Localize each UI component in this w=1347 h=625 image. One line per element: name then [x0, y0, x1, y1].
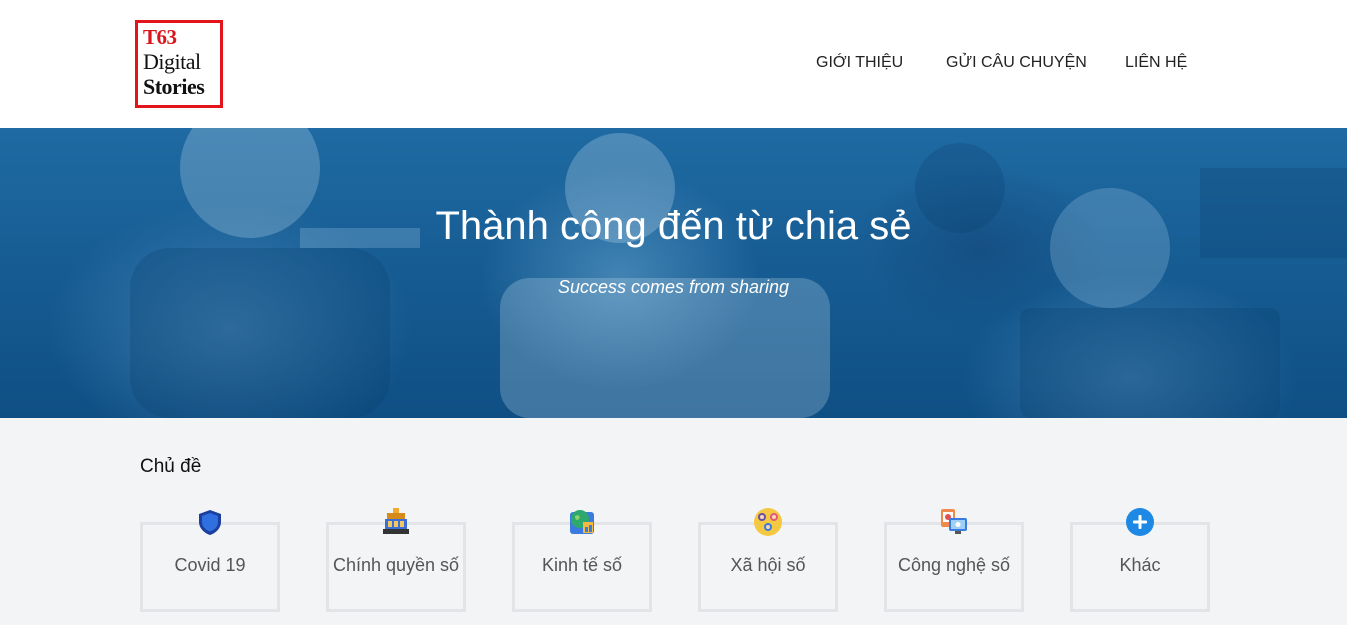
topic-card-covid19[interactable]: Covid 19	[140, 510, 280, 612]
hero-title: Thành công đến từ chia sẻ	[435, 204, 912, 248]
site-header: T63 Digital Stories GIỚI THIỆU GỬI CÂU C…	[0, 0, 1347, 128]
computer-icon	[941, 509, 967, 534]
topic-label: Kinh tế số	[541, 555, 623, 575]
plus-circle-icon	[1126, 508, 1154, 536]
topic-label: Công nghệ số	[897, 555, 1011, 575]
topic-card-other[interactable]: Khác	[1070, 508, 1210, 612]
government-icon	[383, 508, 409, 534]
topic-card-digital-government[interactable]: Chính quyền số	[326, 508, 466, 612]
logo-line-1: T63	[143, 25, 177, 49]
people-icon	[754, 508, 782, 536]
topic-card-digital-technology[interactable]: Công nghệ số	[884, 509, 1024, 612]
nav-link-submit-story[interactable]: GỬI CÂU CHUYỆN	[946, 54, 1087, 72]
hero-background-image	[130, 128, 1347, 418]
globe-icon	[570, 510, 594, 534]
topic-label: Xã hội số	[730, 555, 806, 575]
topic-card-digital-society[interactable]: Xã hội số	[698, 508, 838, 612]
topics-heading: Chủ đề	[140, 456, 202, 477]
logo-line-3: Stories	[143, 74, 205, 99]
shield-icon	[199, 510, 221, 535]
topic-card-digital-economy[interactable]: Kinh tế số	[512, 510, 652, 612]
hero-banner: Thành công đến từ chia sẻ Success comes …	[0, 128, 1347, 418]
hero-subtitle: Success comes from sharing	[557, 277, 790, 297]
topic-label: Khác	[1119, 555, 1161, 575]
topic-label: Covid 19	[174, 555, 246, 575]
site-logo[interactable]: T63 Digital Stories	[135, 20, 223, 108]
nav-link-contact[interactable]: LIÊN HỆ	[1125, 54, 1187, 72]
topic-label: Chính quyền số	[332, 555, 460, 575]
nav-link-about[interactable]: GIỚI THIỆU	[816, 54, 903, 72]
logo-line-2: Digital	[143, 49, 201, 74]
